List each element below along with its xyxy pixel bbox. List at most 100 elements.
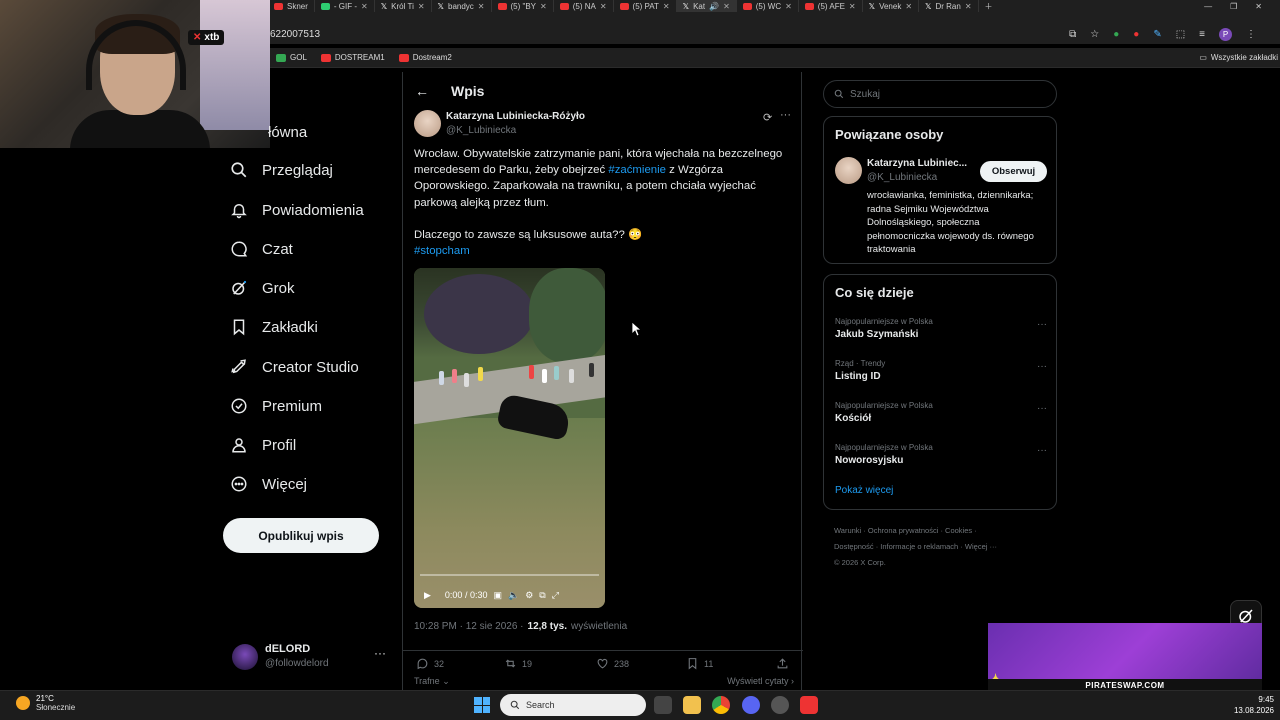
tab-7[interactable]: (5) PAT ✕ [614,0,677,12]
task-view-icon[interactable] [654,696,672,714]
system-clock[interactable]: 9:45 13.08.2026 [1228,694,1274,716]
minimize-icon[interactable]: — [1204,2,1212,11]
app-icon[interactable] [771,696,789,714]
reply-button[interactable]: 32 [416,657,444,670]
app-icon[interactable] [800,696,818,714]
hashtag-link[interactable]: #zaćmienie [608,164,666,176]
profile-avatar[interactable]: P [1219,27,1232,41]
tab-4[interactable]: 𝕏bandyc ✕ [432,0,492,12]
nav-home[interactable]: łówna [268,120,307,144]
search-box[interactable]: Szukaj [823,80,1057,108]
person-name[interactable]: Katarzyna Lubiniec... [867,158,967,169]
menu-icon[interactable]: ⋮ [1246,29,1256,40]
nav-more[interactable]: Więcej [230,472,307,496]
tab-6[interactable]: (5) NA ✕ [554,0,614,12]
tab-search-icon[interactable]: ≡ [1199,29,1205,40]
nav-chat[interactable]: Czat [230,237,293,261]
captions-icon[interactable]: ▣ [493,590,502,601]
close-icon[interactable]: ✕ [361,2,368,11]
sort-dropdown[interactable]: Trafne ⌄ [414,676,450,687]
settings-icon[interactable]: ⚙ [525,590,533,601]
close-window-icon[interactable]: ✕ [1255,2,1262,11]
taskbar-search[interactable]: Search [500,694,646,716]
grok-explain-icon[interactable]: ⟳ [763,111,772,124]
extension-icon[interactable]: ● [1133,29,1139,40]
trend-item[interactable]: Najpopularniejsze w Polska Kościół ··· [835,401,1047,424]
tab-11[interactable]: 𝕏 Venek ✕ [863,0,920,12]
close-icon[interactable]: ✕ [905,2,912,11]
close-icon[interactable]: ✕ [478,2,485,11]
follow-button[interactable]: Obserwuj [980,161,1047,182]
tab-2[interactable]: - GIF - ✕ [315,0,375,12]
tab-5[interactable]: (5) "BY ✕ [492,0,554,12]
video-progress-bar[interactable] [420,574,599,576]
close-icon[interactable]: ✕ [849,2,856,11]
new-tab-button[interactable]: ＋ [979,0,999,12]
bookmark-button[interactable]: 11 [686,657,713,670]
close-icon[interactable]: ✕ [723,2,730,11]
volume-icon[interactable]: 🔈 [508,590,519,601]
bookmark-dostream1[interactable]: DOSTREAM1 [320,53,385,62]
author-avatar[interactable] [414,110,441,137]
hashtag-link[interactable]: #stopcham [414,245,470,257]
nav-bookmarks[interactable]: Zakładki [230,315,318,339]
footer-link[interactable]: Ochrona prywatności [868,526,938,535]
tab-3[interactable]: 𝕏 Król Ti ✕ [375,0,432,12]
footer-link[interactable]: Cookies [945,526,972,535]
more-icon[interactable]: ··· [1037,403,1047,414]
tab-12[interactable]: 𝕏 Dr Ran ✕ [919,0,979,12]
nav-premium[interactable]: Premium [230,394,322,418]
more-icon[interactable]: ··· [374,646,386,660]
nav-profile[interactable]: Profil [230,433,296,457]
star-icon[interactable]: ☆ [1090,29,1099,40]
extension-icon[interactable]: ✎ [1153,29,1161,40]
footer-link[interactable]: Dostępność [834,542,874,551]
url-text[interactable]: 622007513 [270,29,320,40]
trend-item[interactable]: Najpopularniejsze w Polska Noworosyjsku … [835,443,1047,466]
extension-icon[interactable]: ● [1113,29,1119,40]
bookmark-dostream2[interactable]: Dostream2 [398,53,452,62]
more-icon[interactable]: ··· [1037,445,1047,456]
file-explorer-icon[interactable] [683,696,701,714]
tab-9[interactable]: (5) WC ✕ [737,0,799,12]
more-icon[interactable]: ··· [1037,361,1047,372]
nav-notifications[interactable]: Powiadomienia [230,198,364,222]
weather-widget[interactable]: 21°C Słonecznie [16,694,75,712]
close-icon[interactable]: ✕ [785,2,792,11]
discord-icon[interactable] [742,696,760,714]
more-icon[interactable]: ··· [780,109,791,121]
close-icon[interactable]: ✕ [540,2,547,11]
back-arrow-icon[interactable]: ← [415,83,429,99]
fullscreen-icon[interactable]: ⤢ [552,590,559,601]
publish-button[interactable]: Opublikuj wpis [223,518,379,553]
tab-8-active[interactable]: 𝕏 Kat 🔊 ✕ [676,0,737,12]
more-icon[interactable]: ··· [1037,319,1047,330]
trend-item[interactable]: Najpopularniejsze w Polska Jakub Szymańs… [835,317,1047,340]
trend-item[interactable]: Rząd · Trendy Listing ID ··· [835,359,1047,382]
play-icon[interactable]: ▶ [424,590,431,601]
all-bookmarks[interactable]: ▭ Wszystkie zakładki [1199,53,1280,62]
bookmark-gol[interactable]: GOL [276,53,307,62]
view-quotes-link[interactable]: Wyświetl cytaty › [727,676,794,687]
maximize-icon[interactable]: ❐ [1230,2,1237,11]
author-handle[interactable]: @K_Lubiniecka [446,125,516,136]
nav-creator-studio[interactable]: Creator Studio [230,355,359,379]
nav-explore[interactable]: Przeglądaj [230,158,333,182]
close-icon[interactable]: ✕ [418,2,425,11]
nav-grok[interactable]: Grok [230,276,295,300]
share-button[interactable] [776,657,789,670]
account-switcher[interactable]: dELORD @followdelord ··· [232,642,392,672]
close-icon[interactable]: ✕ [965,2,972,11]
close-icon[interactable]: ✕ [600,2,607,11]
author-name[interactable]: Katarzyna Lubiniecka-Różyło [446,111,585,122]
close-icon[interactable]: ✕ [663,2,670,11]
puzzle-icon[interactable]: ⬚ [1176,29,1185,40]
avatar[interactable] [835,157,862,184]
show-more-link[interactable]: Pokaż więcej [835,485,893,496]
footer-link[interactable]: Informacje o reklamach [880,542,958,551]
tab-10[interactable]: (5) AFE ✕ [799,0,863,12]
like-button[interactable]: 238 [596,657,629,670]
install-icon[interactable]: ⧉ [1069,29,1076,40]
person-handle[interactable]: @K_Lubiniecka [867,172,937,183]
windows-start-icon[interactable] [474,697,490,713]
